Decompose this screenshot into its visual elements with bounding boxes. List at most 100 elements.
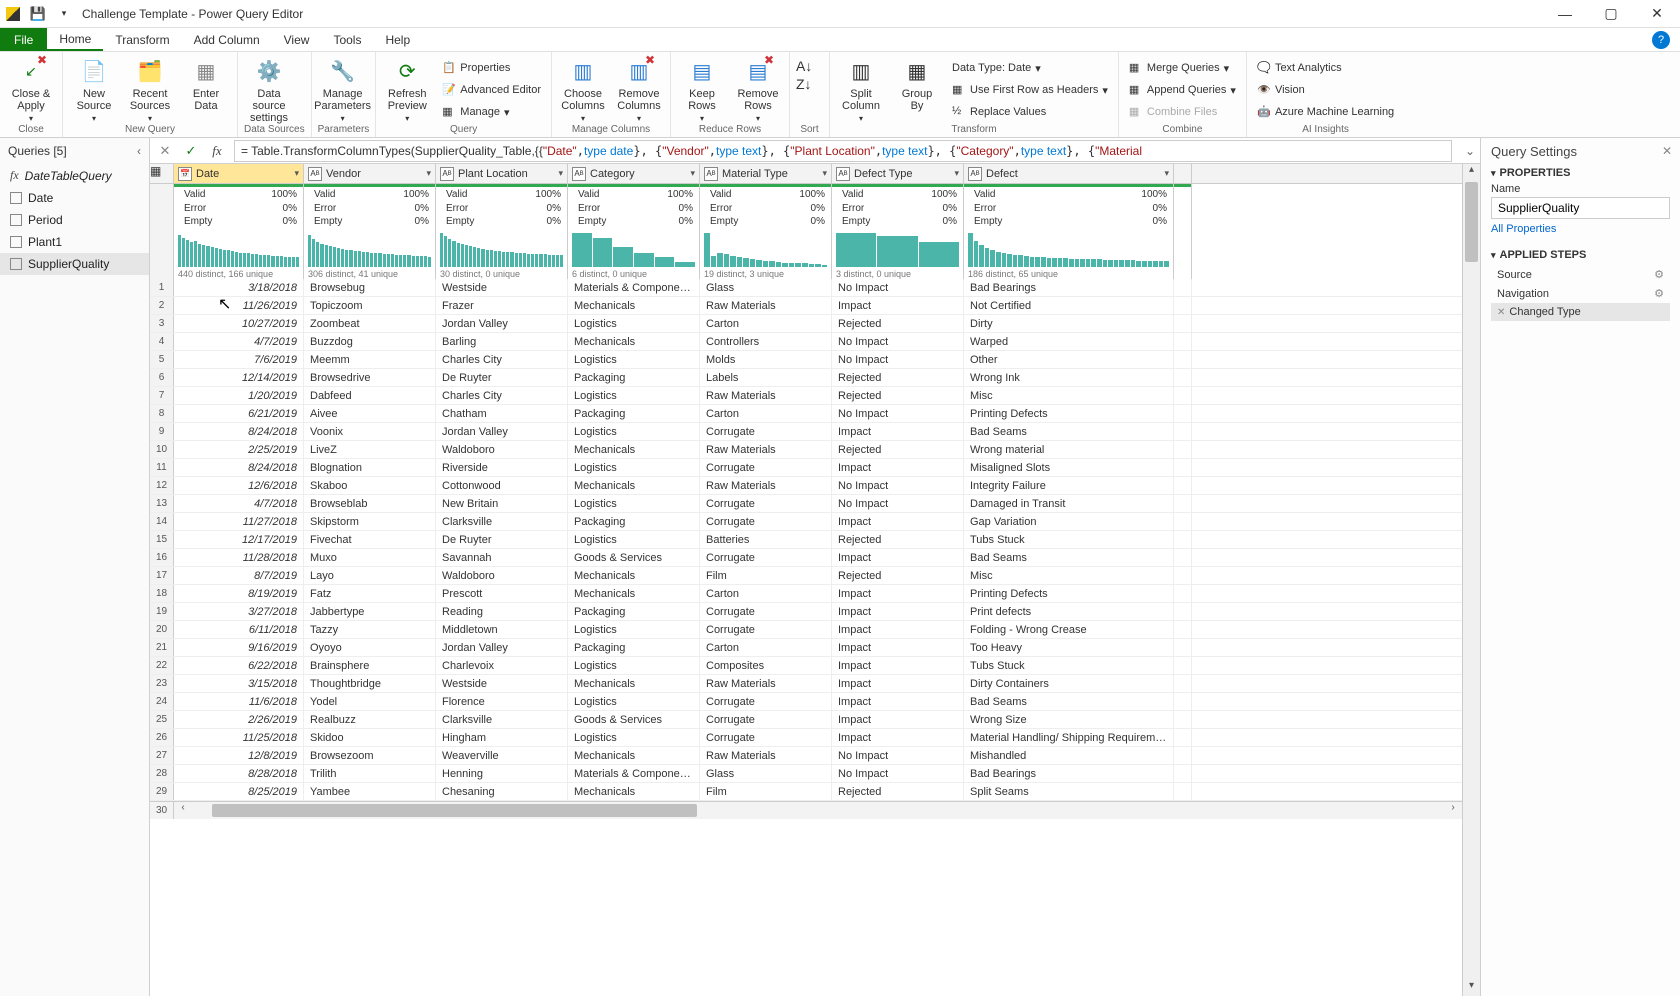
new-source-button[interactable]: 📄New Source xyxy=(69,58,119,124)
cell-cat[interactable]: Mechanicals xyxy=(568,477,700,494)
filter-dropdown-icon[interactable]: ▾ xyxy=(422,168,431,179)
table-row[interactable]: 211/26/2019TopiczoomFrazerMechanicalsRaw… xyxy=(150,297,1462,315)
type-icon[interactable]: AB xyxy=(704,167,718,181)
cell-mat[interactable]: Raw Materials xyxy=(700,441,832,458)
cell-mat[interactable]: Glass xyxy=(700,765,832,782)
cell-dtype[interactable]: Rejected xyxy=(832,783,964,800)
cell-defect[interactable]: Integrity Failure xyxy=(964,477,1174,494)
step-gear-icon[interactable]: ⚙ xyxy=(1654,287,1664,300)
cell-dtype[interactable]: Rejected xyxy=(832,369,964,386)
cell-vendor[interactable]: Brainsphere xyxy=(304,657,436,674)
cell-plant[interactable]: Hingham xyxy=(436,729,568,746)
cell-date[interactable]: 11/26/2019 xyxy=(174,297,304,314)
cell-vendor[interactable]: Fatz xyxy=(304,585,436,602)
table-row[interactable]: 102/25/2019LiveZWaldoboroMechanicalsRaw … xyxy=(150,441,1462,459)
cell-plant[interactable]: Westside xyxy=(436,279,568,296)
row-number[interactable]: 9 xyxy=(150,423,174,440)
cell-vendor[interactable]: Thoughtbridge xyxy=(304,675,436,692)
cell-cat[interactable]: Mechanicals xyxy=(568,783,700,800)
properties-section-header[interactable]: PROPERTIES xyxy=(1491,167,1670,179)
recent-sources-button[interactable]: 🗂️Recent Sources xyxy=(125,58,175,124)
cell-plant[interactable]: Barling xyxy=(436,333,568,350)
cell-plant[interactable]: Charles City xyxy=(436,387,568,404)
query-item-period[interactable]: Period xyxy=(0,209,149,231)
cell-dtype[interactable]: Impact xyxy=(832,639,964,656)
cell-cat[interactable]: Packaging xyxy=(568,639,700,656)
split-column-button[interactable]: ▥Split Column xyxy=(836,58,886,124)
cell-date[interactable]: 8/24/2018 xyxy=(174,459,304,476)
cell-plant[interactable]: New Britain xyxy=(436,495,568,512)
cell-dtype[interactable]: Impact xyxy=(832,621,964,638)
table-corner-button[interactable]: ▦ xyxy=(150,164,174,183)
append-queries-button[interactable]: ▦Append Queries ▾ xyxy=(1125,80,1240,100)
table-row[interactable]: 71/20/2019DabfeedCharles CityLogisticsRa… xyxy=(150,387,1462,405)
cell-mat[interactable]: Glass xyxy=(700,279,832,296)
cell-defect[interactable]: Bad Seams xyxy=(964,423,1174,440)
vscroll-thumb[interactable] xyxy=(1465,182,1478,262)
cell-dtype[interactable]: No Impact xyxy=(832,351,964,368)
cell-cat[interactable]: Logistics xyxy=(568,693,700,710)
table-row[interactable]: 233/15/2018ThoughtbridgeWestsideMechanic… xyxy=(150,675,1462,693)
cell-mat[interactable]: Carton xyxy=(700,315,832,332)
cell-cat[interactable]: Mechanicals xyxy=(568,297,700,314)
cell-mat[interactable]: Raw Materials xyxy=(700,675,832,692)
column-header-vendor[interactable]: ABVendor▾ xyxy=(304,164,436,183)
cell-vendor[interactable]: Zoombeat xyxy=(304,315,436,332)
type-icon[interactable]: AB xyxy=(572,167,586,181)
close-settings-button[interactable]: ✕ xyxy=(1662,144,1672,158)
cell-defect[interactable]: Warped xyxy=(964,333,1174,350)
hscroll-right-icon[interactable]: › xyxy=(1444,802,1462,819)
cell-dtype[interactable]: Impact xyxy=(832,693,964,710)
cell-date[interactable]: 2/25/2019 xyxy=(174,441,304,458)
table-row[interactable]: 612/14/2019BrowsedriveDe RuyterPackaging… xyxy=(150,369,1462,387)
table-row[interactable]: 134/7/2018BrowseblabNew BritainLogistics… xyxy=(150,495,1462,513)
cell-dtype[interactable]: Impact xyxy=(832,675,964,692)
cell-date[interactable]: 6/11/2018 xyxy=(174,621,304,638)
cell-plant[interactable]: Middletown xyxy=(436,621,568,638)
table-row[interactable]: 2611/25/2018SkidooHinghamLogisticsCorrug… xyxy=(150,729,1462,747)
cell-defect[interactable]: Bad Bearings xyxy=(964,279,1174,296)
row-number[interactable]: 26 xyxy=(150,729,174,746)
cell-dtype[interactable]: Rejected xyxy=(832,315,964,332)
formula-accept-button[interactable]: ✓ xyxy=(182,142,200,160)
merge-queries-button[interactable]: ▦Merge Queries ▾ xyxy=(1125,58,1240,78)
cell-cat[interactable]: Materials & Components xyxy=(568,279,700,296)
cell-mat[interactable]: Raw Materials xyxy=(700,747,832,764)
cell-plant[interactable]: Charles City xyxy=(436,351,568,368)
sort-asc-button[interactable]: A↓ xyxy=(796,58,812,74)
cell-date[interactable]: 12/17/2019 xyxy=(174,531,304,548)
cell-dtype[interactable]: Impact xyxy=(832,585,964,602)
cell-date[interactable]: 2/26/2019 xyxy=(174,711,304,728)
azure-ml-button[interactable]: 🤖Azure Machine Learning xyxy=(1253,102,1398,122)
cell-plant[interactable]: Weaverville xyxy=(436,747,568,764)
filter-dropdown-icon[interactable]: ▾ xyxy=(818,168,827,179)
table-row[interactable]: 226/22/2018BrainsphereCharlevoixLogistic… xyxy=(150,657,1462,675)
cell-date[interactable]: 9/16/2019 xyxy=(174,639,304,656)
filter-dropdown-icon[interactable]: ▾ xyxy=(686,168,695,179)
row-number[interactable]: 15 xyxy=(150,531,174,548)
row-number[interactable]: 7 xyxy=(150,387,174,404)
minimize-button[interactable]: — xyxy=(1542,0,1588,28)
cell-mat[interactable]: Film xyxy=(700,783,832,800)
maximize-button[interactable]: ▢ xyxy=(1588,0,1634,28)
step-gear-icon[interactable]: ⚙ xyxy=(1654,268,1664,281)
cell-defect[interactable]: Wrong Size xyxy=(964,711,1174,728)
cell-date[interactable]: 11/28/2018 xyxy=(174,549,304,566)
cell-vendor[interactable]: Fivechat xyxy=(304,531,436,548)
cell-cat[interactable]: Logistics xyxy=(568,729,700,746)
cell-defect[interactable]: Bad Seams xyxy=(964,693,1174,710)
table-row[interactable]: 188/19/2019FatzPrescottMechanicalsCarton… xyxy=(150,585,1462,603)
cell-cat[interactable]: Packaging xyxy=(568,603,700,620)
cell-vendor[interactable]: Skaboo xyxy=(304,477,436,494)
type-icon[interactable]: AB xyxy=(836,167,850,181)
type-icon[interactable]: AB xyxy=(440,167,454,181)
cell-dtype[interactable]: Impact xyxy=(832,657,964,674)
cell-dtype[interactable]: No Impact xyxy=(832,405,964,422)
applied-step-navigation[interactable]: Navigation⚙ xyxy=(1491,284,1670,303)
cell-dtype[interactable]: No Impact xyxy=(832,477,964,494)
replace-values-button[interactable]: ½Replace Values xyxy=(948,102,1112,122)
cell-cat[interactable]: Packaging xyxy=(568,405,700,422)
cell-plant[interactable]: Prescott xyxy=(436,585,568,602)
cell-cat[interactable]: Logistics xyxy=(568,531,700,548)
cell-mat[interactable]: Carton xyxy=(700,405,832,422)
